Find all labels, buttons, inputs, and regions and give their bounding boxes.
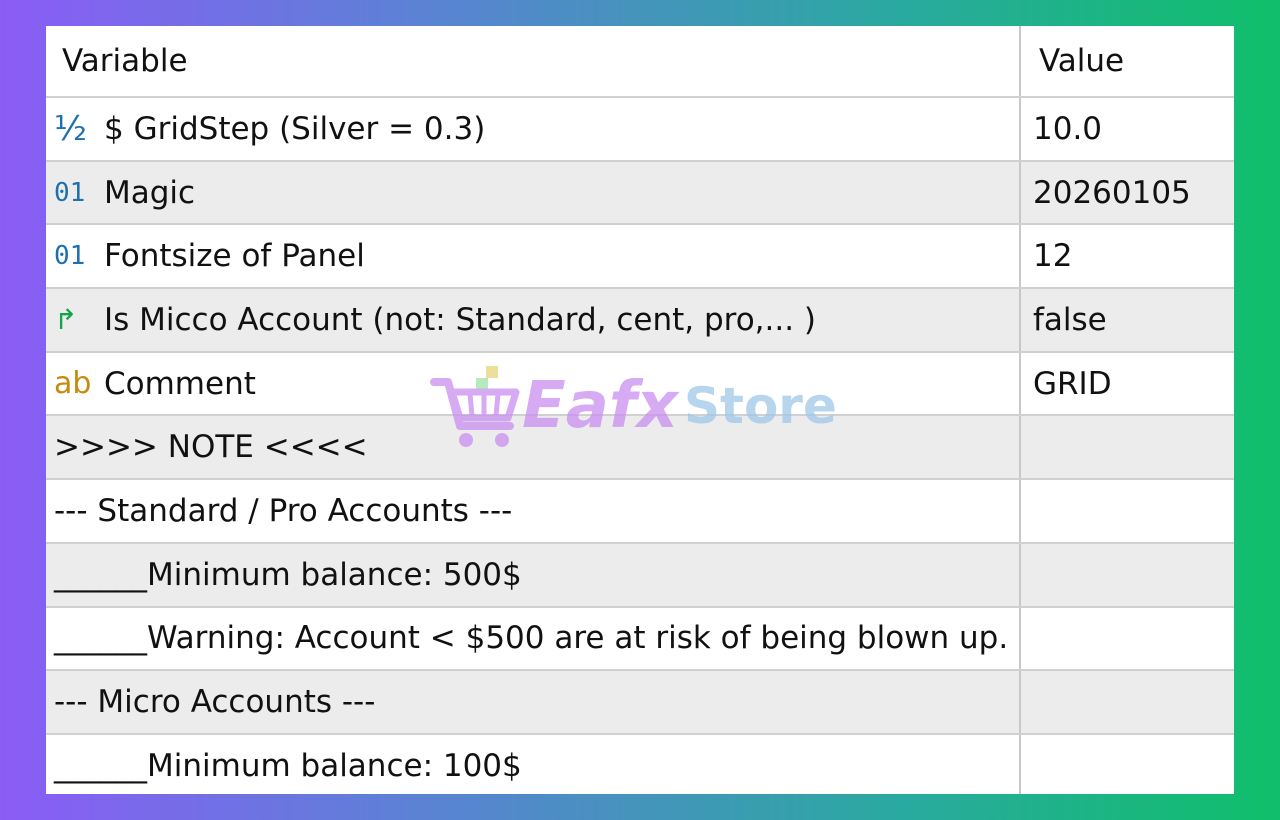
fraction-icon: ½ xyxy=(54,108,87,149)
value-cell[interactable]: 20260105 xyxy=(1021,162,1234,224)
table-row[interactable]: ↱ Is Micco Account (not: Standard, cent,… xyxy=(46,289,1234,353)
table-row[interactable]: >>>> NOTE <<<< xyxy=(46,416,1234,481)
variable-name: Fontsize of Panel xyxy=(104,238,365,275)
table-row[interactable]: 01 Fontsize of Panel 12 xyxy=(46,225,1234,290)
variable-name: ______Minimum balance: 500$ xyxy=(46,543,1021,606)
boolean-icon: ↱ xyxy=(54,303,78,337)
variable-name: --- Standard / Pro Accounts --- xyxy=(46,480,1021,542)
table-row[interactable]: --- Standard / Pro Accounts --- xyxy=(46,480,1234,544)
value-cell[interactable] xyxy=(1021,480,1234,542)
value-cell[interactable]: false xyxy=(1021,289,1234,351)
string-icon: ab xyxy=(54,366,92,402)
variable-name: Is Micco Account (not: Standard, cent, p… xyxy=(104,301,817,338)
table-row[interactable]: --- Micro Accounts --- xyxy=(46,671,1234,735)
integer-icon: 01 xyxy=(54,241,86,272)
variable-name: Comment xyxy=(104,365,256,402)
variable-name: Magic xyxy=(104,174,196,211)
variable-name: $ GridStep (Silver = 0.3) xyxy=(104,110,486,147)
variable-name: --- Micro Accounts --- xyxy=(46,671,1021,733)
table-row[interactable]: 01 Magic 20260105 xyxy=(46,161,1234,226)
value-cell[interactable] xyxy=(1021,608,1234,670)
value-cell[interactable] xyxy=(1021,735,1234,794)
table-header: Variable Value xyxy=(46,26,1234,98)
value-cell[interactable] xyxy=(1021,671,1234,733)
header-variable[interactable]: Variable xyxy=(46,26,1021,96)
inputs-panel: Variable Value ½ $ GridStep (Silver = 0.… xyxy=(46,26,1234,794)
value-cell[interactable] xyxy=(1021,544,1234,606)
variable-name: ______Minimum balance: 100$ xyxy=(46,734,1021,794)
table-row[interactable]: ab Comment GRID xyxy=(46,352,1234,417)
table-row[interactable]: ______Minimum balance: 500$ xyxy=(46,543,1234,608)
table-row[interactable]: ½ $ GridStep (Silver = 0.3) 10.0 xyxy=(46,98,1234,162)
value-cell[interactable] xyxy=(1021,416,1234,478)
integer-icon: 01 xyxy=(54,177,86,208)
value-cell[interactable]: GRID xyxy=(1021,353,1234,415)
table-row[interactable]: ______Minimum balance: 100$ xyxy=(46,734,1234,794)
variable-name: ______Warning: Account < $500 are at ris… xyxy=(46,607,1021,670)
table-row[interactable]: ______Warning: Account < $500 are at ris… xyxy=(46,607,1234,672)
header-value[interactable]: Value xyxy=(1021,26,1234,96)
value-cell[interactable]: 12 xyxy=(1021,225,1234,287)
value-cell[interactable]: 10.0 xyxy=(1021,98,1234,160)
variable-name: >>>> NOTE <<<< xyxy=(46,416,1021,479)
